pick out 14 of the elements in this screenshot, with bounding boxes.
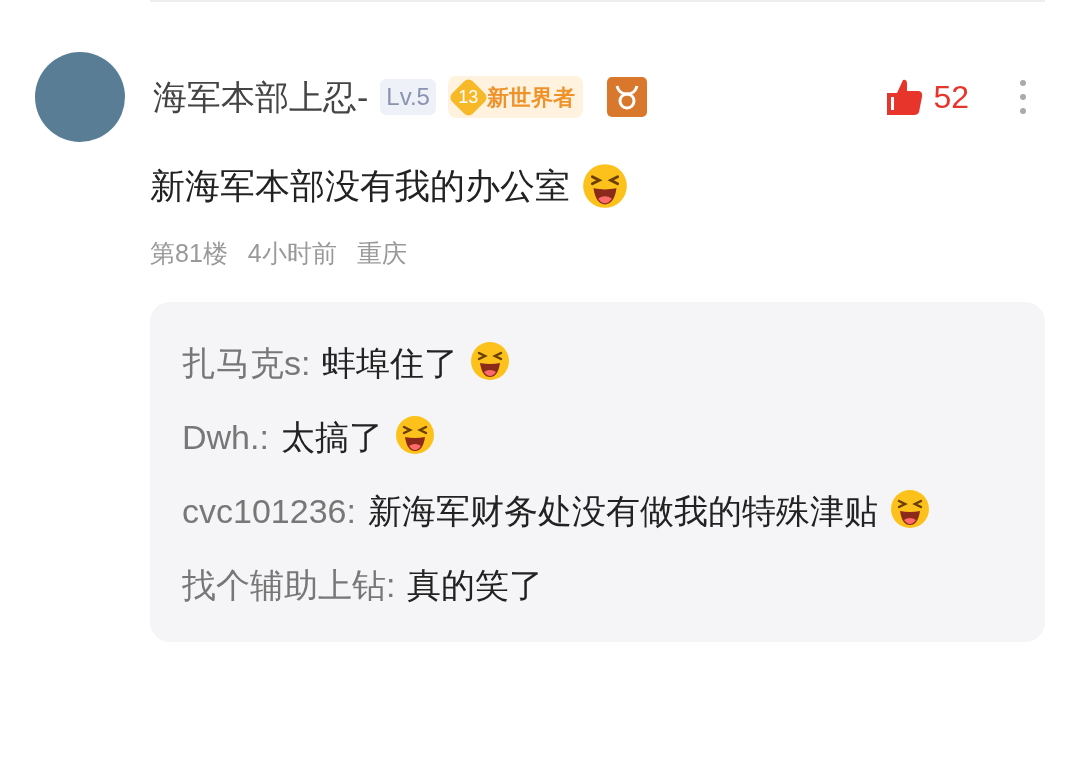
post-time: 4小时前 [247,237,337,269]
level-badge: Lv.5 [380,79,436,115]
taurus-icon [606,77,647,117]
username[interactable]: 海军本部上忍- [153,71,369,123]
location: 重庆 [356,237,407,269]
more-icon[interactable] [1019,79,1027,115]
reply[interactable]: cvc101236: 新海军财务处没有做我的特殊津贴 [182,474,1013,548]
comment-text: 新海军本部没有我的办公室 [150,165,570,207]
fan-badge: 13 新世界者 [447,76,583,118]
like-button[interactable]: 52 [883,73,969,121]
reply[interactable]: Dwh.: 太搞了 [182,400,1013,474]
reply[interactable]: 扎马克s: 蚌埠住了 [182,326,1013,400]
reply[interactable]: 找个辅助上钻: 真的笑了 [182,548,1013,622]
floor-number: 第81楼 [150,237,228,269]
